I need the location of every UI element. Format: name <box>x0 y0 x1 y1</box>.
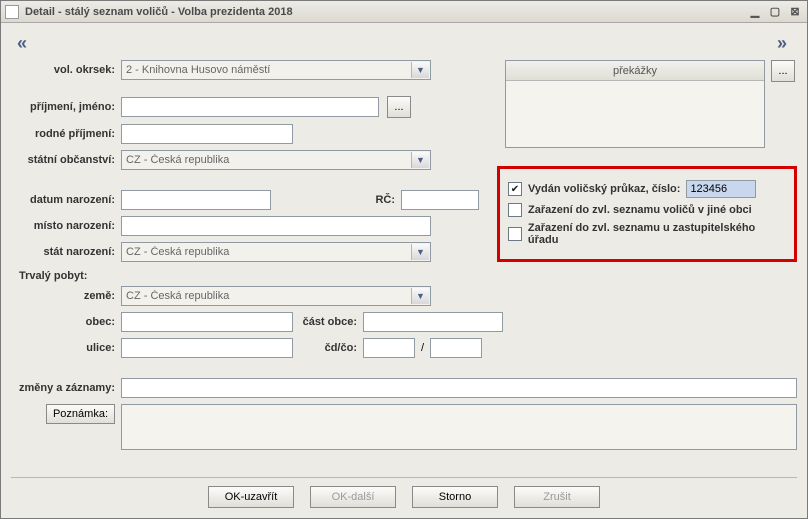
app-icon <box>5 5 19 19</box>
next-record-arrow[interactable]: » <box>777 33 787 54</box>
prekazky-browse-button[interactable]: ... <box>771 60 795 82</box>
input-cd[interactable] <box>363 338 415 358</box>
zrusit-button: Zrušit <box>514 486 600 508</box>
form-area: překážky ... Vydán voličský průkaz, čísl… <box>11 60 797 477</box>
nav-row: « » <box>11 31 797 60</box>
highlight-frame: Vydán voličský průkaz, číslo: Zařazení d… <box>497 166 797 262</box>
chevron-down-icon[interactable]: ▼ <box>411 62 429 78</box>
lbl-trvaly-pobyt: Trvalý pobyt: <box>19 270 797 282</box>
combo-stat-narozeni-text: CZ - Česká republika <box>126 246 410 258</box>
lbl-zarazeni-jina-obec: Zařazení do zvl. seznamu voličů v jiné o… <box>528 204 752 216</box>
input-obec[interactable] <box>121 312 293 332</box>
lbl-prijmeni-jmeno: příjmení, jméno: <box>11 101 121 113</box>
lbl-ulice: ulice: <box>11 342 121 354</box>
lbl-statni-obcanstvi: státní občanství: <box>11 154 121 166</box>
combo-vol-okrsek-text: 2 - Knihovna Husovo náměstí <box>126 64 410 76</box>
lbl-vydan-prukaz: Vydán voličský průkaz, číslo: <box>528 183 680 195</box>
lbl-zeme: země: <box>11 290 121 302</box>
prekazky-header: překážky <box>506 61 764 81</box>
combo-zeme-text: CZ - Česká republika <box>126 290 410 302</box>
lbl-poznamka: Poznámka: <box>11 404 121 424</box>
chk-zarazeni-zastup[interactable] <box>508 227 522 241</box>
button-bar: OK-uzavřít OK-další Storno Zrušit <box>11 477 797 512</box>
prev-record-arrow[interactable]: « <box>17 33 27 54</box>
combo-zeme[interactable]: CZ - Česká republika ▼ <box>121 286 431 306</box>
lbl-cast-obce: část obce: <box>293 316 363 328</box>
lbl-datum-narozeni: datum narození: <box>11 194 121 206</box>
input-misto-narozeni[interactable] <box>121 216 431 236</box>
window: Detail - stálý seznam voličů - Volba pre… <box>0 0 808 519</box>
minimize-icon[interactable]: ▁ <box>747 5 763 19</box>
prijmeni-browse-button[interactable]: ... <box>387 96 411 118</box>
input-ulice[interactable] <box>121 338 293 358</box>
lbl-vol-okrsek: vol. okrsek: <box>11 64 121 76</box>
prekazky-body <box>506 81 764 147</box>
storno-button[interactable]: Storno <box>412 486 498 508</box>
poznamka-textarea[interactable] <box>121 404 797 450</box>
maximize-icon[interactable]: ▢ <box>767 5 783 19</box>
window-title: Detail - stálý seznam voličů - Volba pre… <box>25 6 293 18</box>
lbl-cd-co: čd/čo: <box>293 342 363 354</box>
input-co[interactable] <box>430 338 482 358</box>
combo-vol-okrsek[interactable]: 2 - Knihovna Husovo náměstí ▼ <box>121 60 431 80</box>
lbl-misto-narozeni: místo narození: <box>11 220 121 232</box>
input-cast-obce[interactable] <box>363 312 503 332</box>
close-icon[interactable]: ⊠ <box>787 5 803 19</box>
input-rc[interactable] <box>401 190 479 210</box>
chevron-down-icon[interactable]: ▼ <box>411 244 429 260</box>
chk-zarazeni-jina-obec[interactable] <box>508 203 522 217</box>
chevron-down-icon[interactable]: ▼ <box>411 152 429 168</box>
lbl-zarazeni-zastup: Zařazení do zvl. seznamu u zastupitelské… <box>528 222 786 246</box>
combo-statni-obcanstvi-text: CZ - Česká republika <box>126 154 410 166</box>
input-datum-narozeni[interactable] <box>121 190 271 210</box>
slash-separator: / <box>415 342 430 354</box>
prukaz-cislo-input[interactable] <box>686 180 756 198</box>
chk-vydan-prukaz[interactable] <box>508 182 522 196</box>
ok-uzavrit-button[interactable]: OK-uzavřít <box>208 486 294 508</box>
combo-statni-obcanstvi[interactable]: CZ - Česká republika ▼ <box>121 150 431 170</box>
ok-dalsi-button: OK-další <box>310 486 396 508</box>
input-zmeny[interactable] <box>121 378 797 398</box>
content: « » překážky ... Vydán voličský průkaz, <box>1 23 807 518</box>
lbl-rc: RČ: <box>371 194 401 206</box>
lbl-obec: obec: <box>11 316 121 328</box>
lbl-rodne-prijmeni: rodné příjmení: <box>11 128 121 140</box>
lbl-stat-narozeni: stát narození: <box>11 246 121 258</box>
combo-stat-narozeni[interactable]: CZ - Česká republika ▼ <box>121 242 431 262</box>
chevron-down-icon[interactable]: ▼ <box>411 288 429 304</box>
titlebar: Detail - stálý seznam voličů - Volba pre… <box>1 1 807 23</box>
prekazky-list[interactable]: překážky <box>505 60 765 148</box>
input-prijmeni-jmeno[interactable] <box>121 97 379 117</box>
lbl-zmeny: změny a záznamy: <box>11 382 121 394</box>
right-panel: překážky ... <box>505 60 795 148</box>
input-rodne-prijmeni[interactable] <box>121 124 293 144</box>
poznamka-button[interactable]: Poznámka: <box>46 404 115 424</box>
